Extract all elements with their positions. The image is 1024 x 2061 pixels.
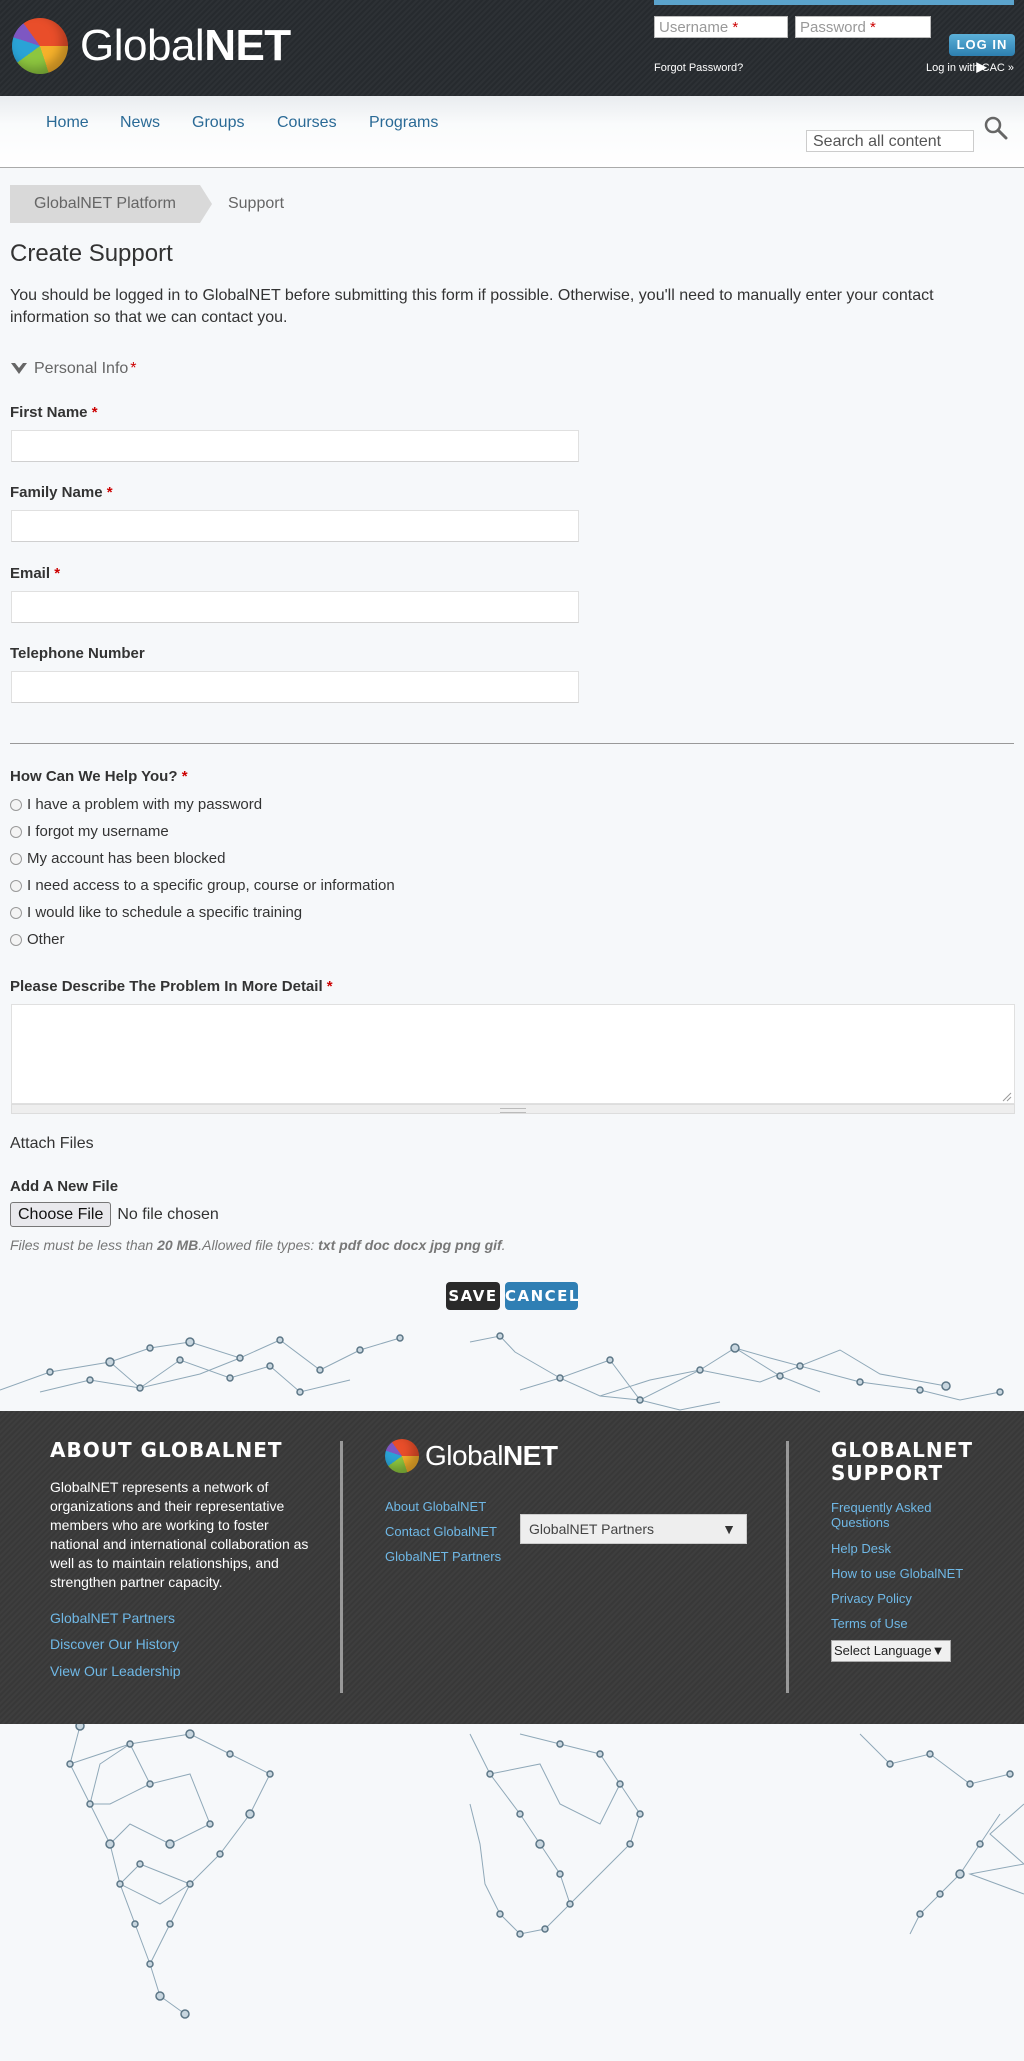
breadcrumb-platform-link[interactable]: GlobalNET Platform <box>10 185 212 223</box>
main-nav: Home News Groups Courses Programs Search… <box>0 96 1024 168</box>
breadcrumb: GlobalNET Platform Support <box>10 185 284 223</box>
footer-divider <box>786 1441 789 1693</box>
footer-contact-link[interactable]: Contact GlobalNET <box>385 1524 497 1539</box>
nav-news[interactable]: News <box>120 114 160 132</box>
nav-courses[interactable]: Courses <box>277 114 337 132</box>
section-divider <box>10 743 1014 744</box>
footer-helpdesk-link[interactable]: Help Desk <box>831 1541 891 1556</box>
personal-info-toggle[interactable]: Personal Info * <box>10 360 137 378</box>
intro-text: You should be logged in to GlobalNET bef… <box>10 287 934 326</box>
forgot-password-link[interactable]: Forgot Password? <box>654 62 743 74</box>
file-picker: Choose File No file chosen <box>10 1202 219 1227</box>
textarea-grippie[interactable] <box>11 1104 1015 1114</box>
radio-button[interactable] <box>10 852 22 865</box>
breadcrumb-current: Support <box>227 195 285 212</box>
nav-groups[interactable]: Groups <box>192 114 244 132</box>
globe-logo-icon <box>385 1439 419 1473</box>
radio-button[interactable] <box>10 933 22 946</box>
footer-privacy-link[interactable]: Privacy Policy <box>831 1591 912 1606</box>
email-input[interactable] <box>11 591 579 623</box>
footer-leadership-link[interactable]: View Our Leadership <box>50 1663 180 1679</box>
help-option-access[interactable]: I need access to a specific group, cours… <box>10 877 395 894</box>
nav-home[interactable]: Home <box>46 114 89 132</box>
resize-handle-icon[interactable] <box>1002 1092 1012 1102</box>
page-title: Create Support <box>10 240 173 267</box>
language-select[interactable]: Select Language▼ <box>831 1640 951 1662</box>
chevron-down-icon: ▼ <box>931 1643 945 1658</box>
network-map-decoration <box>66 1724 1024 2019</box>
footer-about-link[interactable]: About GlobalNET <box>385 1499 486 1514</box>
help-option-password[interactable]: I have a problem with my password <box>10 796 262 813</box>
search-input[interactable]: Search all content <box>806 130 974 152</box>
help-option-training[interactable]: I would like to schedule a specific trai… <box>10 904 302 921</box>
attach-files-heading: Attach Files <box>10 1135 94 1152</box>
email-label: Email * <box>10 565 61 582</box>
help-question-label: How Can We Help You? * <box>10 768 188 785</box>
telephone-label: Telephone Number <box>10 645 145 662</box>
personal-info-label: Personal Info <box>34 360 129 377</box>
no-file-text: No file chosen <box>117 1205 219 1223</box>
telephone-input[interactable] <box>11 671 579 703</box>
footer-logo-wordmark: GlobalNET <box>425 1440 558 1471</box>
globe-logo-icon <box>12 18 68 74</box>
support-heading: GLOBALNET SUPPORT <box>831 1438 973 1485</box>
radio-button[interactable] <box>10 879 22 892</box>
footer-terms-link[interactable]: Terms of Use <box>831 1616 908 1631</box>
required-mark: * <box>130 360 137 377</box>
choose-file-button[interactable]: Choose File <box>10 1202 112 1227</box>
top-header: GlobalNET Username * Password * LOG IN ▶… <box>0 0 1024 96</box>
help-option-username[interactable]: I forgot my username <box>10 823 169 840</box>
radio-button[interactable] <box>10 825 22 838</box>
search-icon[interactable] <box>984 116 1008 140</box>
partners-select[interactable]: GlobalNET Partners ▼ <box>520 1514 747 1544</box>
footer-logo[interactable]: GlobalNET <box>385 1439 558 1473</box>
help-option-blocked[interactable]: My account has been blocked <box>10 850 225 867</box>
problem-description-textarea[interactable] <box>11 1004 1015 1104</box>
cac-login-link[interactable]: Log in with CAC » <box>926 62 1014 74</box>
footer-faq-link[interactable]: Frequently Asked Questions <box>831 1500 951 1530</box>
describe-label: Please Describe The Problem In More Deta… <box>10 978 333 995</box>
family-name-label: Family Name * <box>10 484 113 501</box>
add-file-label: Add A New File <box>10 1178 119 1195</box>
password-field[interactable]: Password * <box>795 16 931 38</box>
family-name-input[interactable] <box>11 510 579 542</box>
chevron-down-icon: ▼ <box>722 1521 736 1537</box>
about-heading: ABOUT GLOBALNET <box>50 1438 283 1462</box>
nav-programs[interactable]: Programs <box>369 114 438 132</box>
logo-wordmark: GlobalNET <box>80 21 291 70</box>
about-text: GlobalNET represents a network of organi… <box>50 1479 309 1590</box>
cancel-button[interactable]: CANCEL <box>505 1282 578 1310</box>
footer-mid-partners-link[interactable]: GlobalNET Partners <box>385 1549 501 1564</box>
site-footer: ABOUT GLOBALNET GlobalNET represents a n… <box>0 1411 1024 1724</box>
login-button[interactable]: LOG IN ▶ <box>949 34 1015 74</box>
footer-howto-link[interactable]: How to use GlobalNET <box>831 1566 963 1581</box>
username-field[interactable]: Username * <box>654 16 788 38</box>
file-help-text: Files must be less than 20 MB.Allowed fi… <box>10 1237 506 1253</box>
radio-button[interactable] <box>10 906 22 919</box>
footer-history-link[interactable]: Discover Our History <box>50 1636 179 1652</box>
first-name-input[interactable] <box>11 430 579 462</box>
collapse-chevron-icon <box>11 363 27 374</box>
site-logo[interactable]: GlobalNET <box>12 18 291 74</box>
save-button[interactable]: SAVE <box>446 1282 500 1310</box>
footer-divider <box>340 1441 343 1693</box>
network-map-decoration <box>0 1332 1004 1411</box>
first-name-label: First Name * <box>10 404 98 421</box>
help-option-other[interactable]: Other <box>10 931 65 948</box>
radio-button[interactable] <box>10 798 22 811</box>
footer-partners-link[interactable]: GlobalNET Partners <box>50 1610 175 1626</box>
header-accent-bar <box>654 0 1014 5</box>
